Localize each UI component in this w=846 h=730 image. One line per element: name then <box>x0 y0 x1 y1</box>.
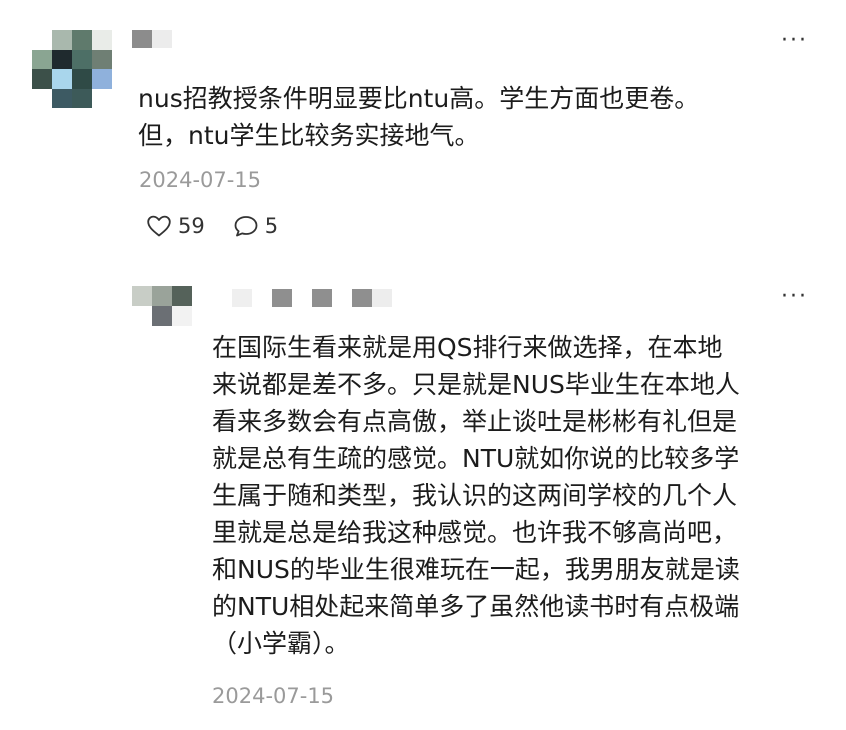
reply-count: 5 <box>264 214 279 238</box>
reply-comment-text: 在国际生看来就是用QS排行来做选择，在本地 来说都是差不多。只是就是NUS毕业生… <box>212 333 740 658</box>
more-dots-icon: ··· <box>781 284 808 309</box>
reply-button[interactable]: 5 <box>233 214 278 238</box>
heart-outline-icon <box>147 215 171 237</box>
reply-masked-username[interactable] <box>232 289 392 307</box>
comment-stats: 59 5 <box>146 214 278 238</box>
more-options-button[interactable]: ··· <box>781 30 808 52</box>
like-button[interactable]: 59 <box>146 214 205 238</box>
like-count: 59 <box>178 214 205 238</box>
comment-text: nus招教授条件明显要比ntu高。学生方面也更卷。 但，ntu学生比较务实接地气… <box>138 84 700 150</box>
comment-date: 2024-07-15 <box>139 168 262 192</box>
reply-commenter-avatar[interactable] <box>132 286 192 326</box>
speech-bubble-icon <box>234 216 258 237</box>
masked-username[interactable] <box>132 30 172 48</box>
commenter-avatar[interactable] <box>32 30 112 108</box>
reply-comment-date: 2024-07-15 <box>212 684 335 708</box>
reply-more-options-button[interactable]: ··· <box>781 286 808 308</box>
more-dots-icon: ··· <box>781 28 808 53</box>
